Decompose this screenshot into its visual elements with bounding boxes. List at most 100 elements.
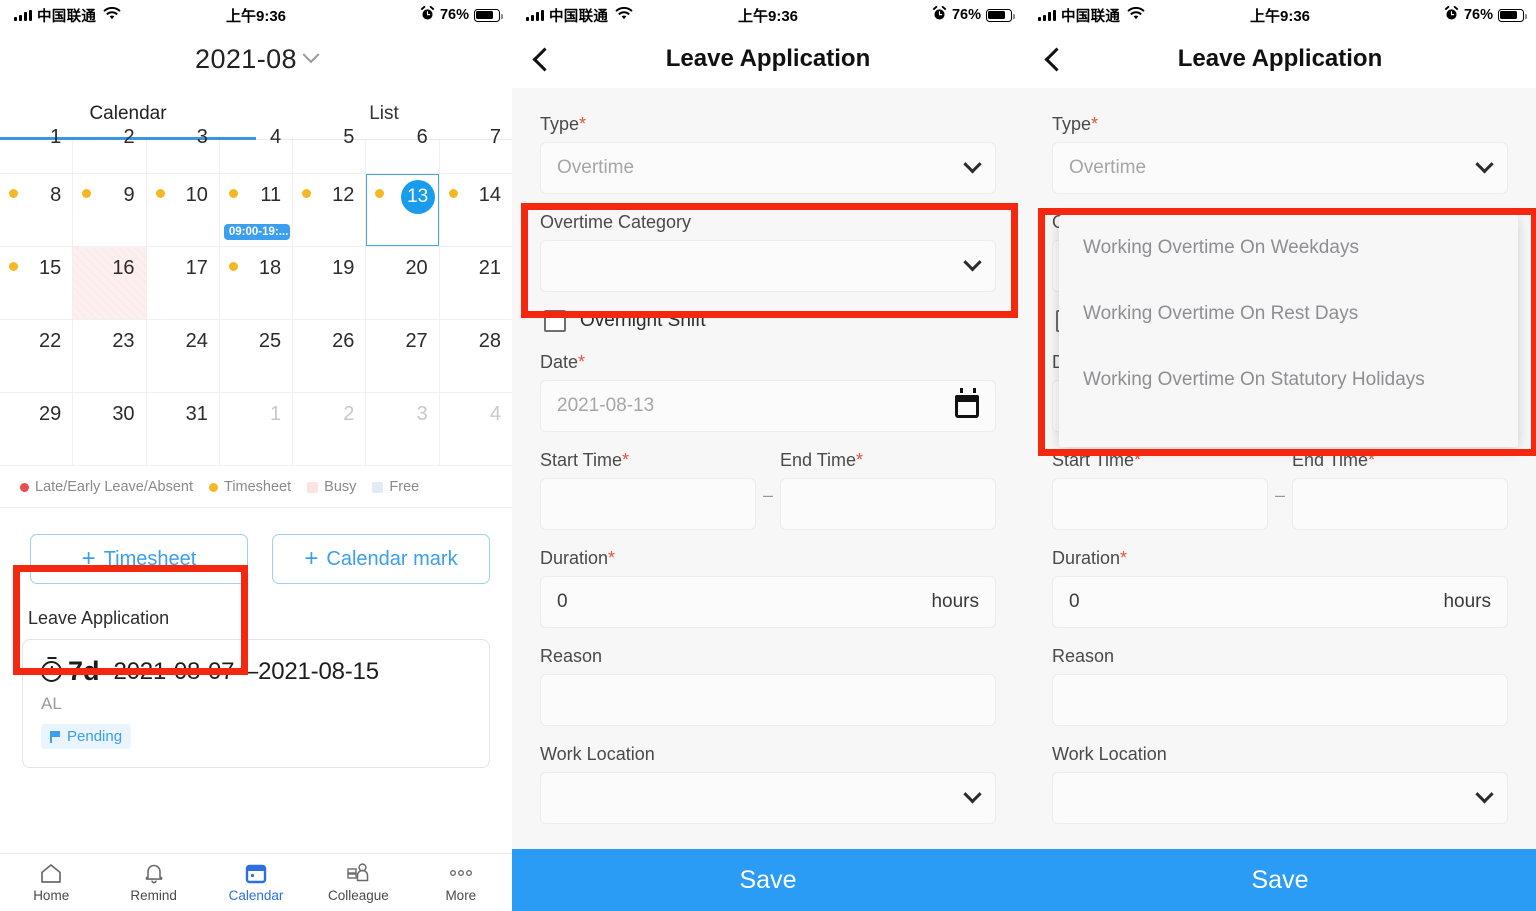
calendar-day-cell[interactable]: 15 xyxy=(0,247,74,320)
reason-input[interactable] xyxy=(540,674,996,726)
end-time-input[interactable] xyxy=(1292,478,1508,530)
status-bar-left: 中国联通 xyxy=(1038,5,1145,26)
reason-input[interactable] xyxy=(1052,674,1508,726)
legend-label: Busy xyxy=(324,479,357,495)
start-time-input[interactable] xyxy=(1052,478,1268,530)
required-marker: * xyxy=(1134,450,1142,470)
leave-application-card[interactable]: 7d 2021-08-07—2021-08-15 AL Pending xyxy=(22,639,490,768)
calendar-day-cell[interactable]: 8 xyxy=(0,174,74,247)
field-reason: Reason xyxy=(1052,646,1508,726)
day-number: 1 xyxy=(270,403,282,425)
people-icon xyxy=(345,862,371,884)
field-time-range: Start Time* – End Time* xyxy=(540,450,996,530)
duration-input[interactable]: 0 hours xyxy=(1052,576,1508,628)
calendar-action-row: + Timesheet + Calendar mark xyxy=(0,508,512,596)
tabbar-item-home[interactable]: Home xyxy=(0,854,102,911)
calendar-day-cell[interactable]: 23 xyxy=(73,320,147,393)
legend-label: Late/Early Leave/Absent xyxy=(35,479,193,495)
work-location-select[interactable] xyxy=(540,772,996,824)
field-overnight-shift[interactable]: Overnight Shift xyxy=(544,310,996,332)
calendar-day-cell[interactable]: 16 xyxy=(73,247,147,320)
required-marker: * xyxy=(578,352,586,372)
leave-duration: 7d xyxy=(41,656,100,687)
end-time-input[interactable] xyxy=(780,478,996,530)
date-input[interactable]: 2021-08-13 xyxy=(540,380,996,432)
overnight-shift-checkbox[interactable] xyxy=(544,310,566,332)
timesheet-dot-icon xyxy=(302,189,312,198)
battery-percent-label: 76% xyxy=(951,7,981,23)
add-calendar-mark-button[interactable]: + Calendar mark xyxy=(272,534,490,584)
calendar-day-cell[interactable]: 2 xyxy=(73,126,147,174)
required-marker: * xyxy=(608,548,616,568)
leave-type-label: AL xyxy=(41,694,62,713)
status-bar-left: 中国联通 xyxy=(14,5,121,26)
calendar-icon[interactable] xyxy=(955,387,979,418)
calendar-day-cell[interactable]: 13 xyxy=(366,174,440,247)
tabbar-item-colleague[interactable]: Colleague xyxy=(307,854,409,911)
calendar-day-cell[interactable]: 12 xyxy=(293,174,367,247)
save-button[interactable]: Save xyxy=(512,849,1024,911)
legend-label: Timesheet xyxy=(224,479,292,495)
status-bar-right: 76% xyxy=(932,5,1015,25)
calendar-day-cell[interactable]: 17 xyxy=(146,247,220,320)
dropdown-option[interactable]: Working Overtime On Rest Days xyxy=(1059,281,1518,347)
duration-input[interactable]: 0 hours xyxy=(540,576,996,628)
tab-list[interactable]: List xyxy=(256,88,512,139)
timesheet-dot-icon xyxy=(9,262,18,271)
tabbar-item-more[interactable]: More xyxy=(410,854,512,911)
save-button[interactable]: Save xyxy=(1024,849,1536,911)
day-number: 22 xyxy=(39,330,62,352)
calendar-day-cell[interactable]: 1 xyxy=(219,393,294,466)
calendar-week-row: 1 2 3 4 5 6 7 xyxy=(0,126,512,174)
tabbar-item-remind[interactable]: Remind xyxy=(102,854,204,911)
calendar-day-cell[interactable]: 30 xyxy=(73,393,147,466)
calendar-day-cell[interactable]: 6 xyxy=(366,126,440,174)
calendar-day-cell[interactable]: 3 xyxy=(366,393,440,466)
calendar-day-cell[interactable]: 4 xyxy=(219,126,294,174)
required-marker: * xyxy=(1120,548,1128,568)
calendar-day-cell[interactable]: 2 xyxy=(293,393,367,466)
overtime-category-dropdown-menu[interactable]: Working Overtime On Weekdays Working Over… xyxy=(1059,215,1518,447)
calendar-day-cell[interactable]: 26 xyxy=(293,320,367,393)
calendar-day-cell[interactable]: 11 09:00-19:... xyxy=(219,174,294,247)
start-time-label: Start Time* xyxy=(1052,450,1268,471)
calendar-day-cell[interactable]: 10 xyxy=(146,174,220,247)
calendar-day-cell[interactable]: 28 xyxy=(439,320,512,393)
calendar-day-cell[interactable]: 7 xyxy=(439,126,512,174)
calendar-day-cell[interactable]: 1 xyxy=(0,126,74,174)
calendar-day-cell[interactable]: 14 xyxy=(439,174,512,247)
type-select[interactable]: Overtime xyxy=(1052,142,1508,194)
dropdown-option[interactable]: Working Overtime On Statutory Holidays xyxy=(1059,347,1518,413)
month-selector[interactable]: 2021-08 xyxy=(0,30,512,88)
calendar-day-cell[interactable]: 31 xyxy=(146,393,220,466)
calendar-day-cell[interactable]: 18 xyxy=(219,247,294,320)
calendar-day-cell[interactable]: 22 xyxy=(0,320,74,393)
more-icon xyxy=(448,862,474,884)
dropdown-option[interactable]: Working Overtime On Weekdays xyxy=(1059,215,1518,281)
tabbar-item-calendar[interactable]: Calendar xyxy=(205,854,307,911)
calendar-day-cell[interactable]: 4 xyxy=(439,393,512,466)
calendar-day-cell[interactable]: 5 xyxy=(293,126,367,174)
calendar-day-cell[interactable]: 24 xyxy=(146,320,220,393)
calendar-day-cell[interactable]: 9 xyxy=(73,174,147,247)
field-time-range: Start Time* – End Time* xyxy=(1052,450,1508,530)
status-bar: 中国联通 上午9:36 76% xyxy=(512,0,1024,30)
add-timesheet-button[interactable]: + Timesheet xyxy=(30,534,248,584)
calendar-day-cell[interactable]: 3 xyxy=(146,126,220,174)
type-label-text: Type xyxy=(540,114,580,134)
calendar-day-cell[interactable]: 20 xyxy=(366,247,440,320)
calendar-day-cell[interactable]: 19 xyxy=(293,247,367,320)
calendar-day-cell[interactable]: 25 xyxy=(219,320,294,393)
page-title: Leave Application xyxy=(1177,45,1383,72)
calendar-day-cell[interactable]: 27 xyxy=(366,320,440,393)
start-time-input[interactable] xyxy=(540,478,756,530)
battery-icon xyxy=(474,8,503,22)
work-location-select[interactable] xyxy=(1052,772,1508,824)
calendar-day-cell[interactable]: 29 xyxy=(0,393,74,466)
type-select[interactable]: Overtime xyxy=(540,142,996,194)
overtime-category-select[interactable] xyxy=(540,240,996,292)
calendar-day-cell[interactable]: 21 xyxy=(439,247,512,320)
duration-value: 0 xyxy=(1069,591,1080,612)
timesheet-dot-icon xyxy=(82,189,92,198)
calendar-event-chip[interactable]: 09:00-19:... xyxy=(223,224,290,240)
